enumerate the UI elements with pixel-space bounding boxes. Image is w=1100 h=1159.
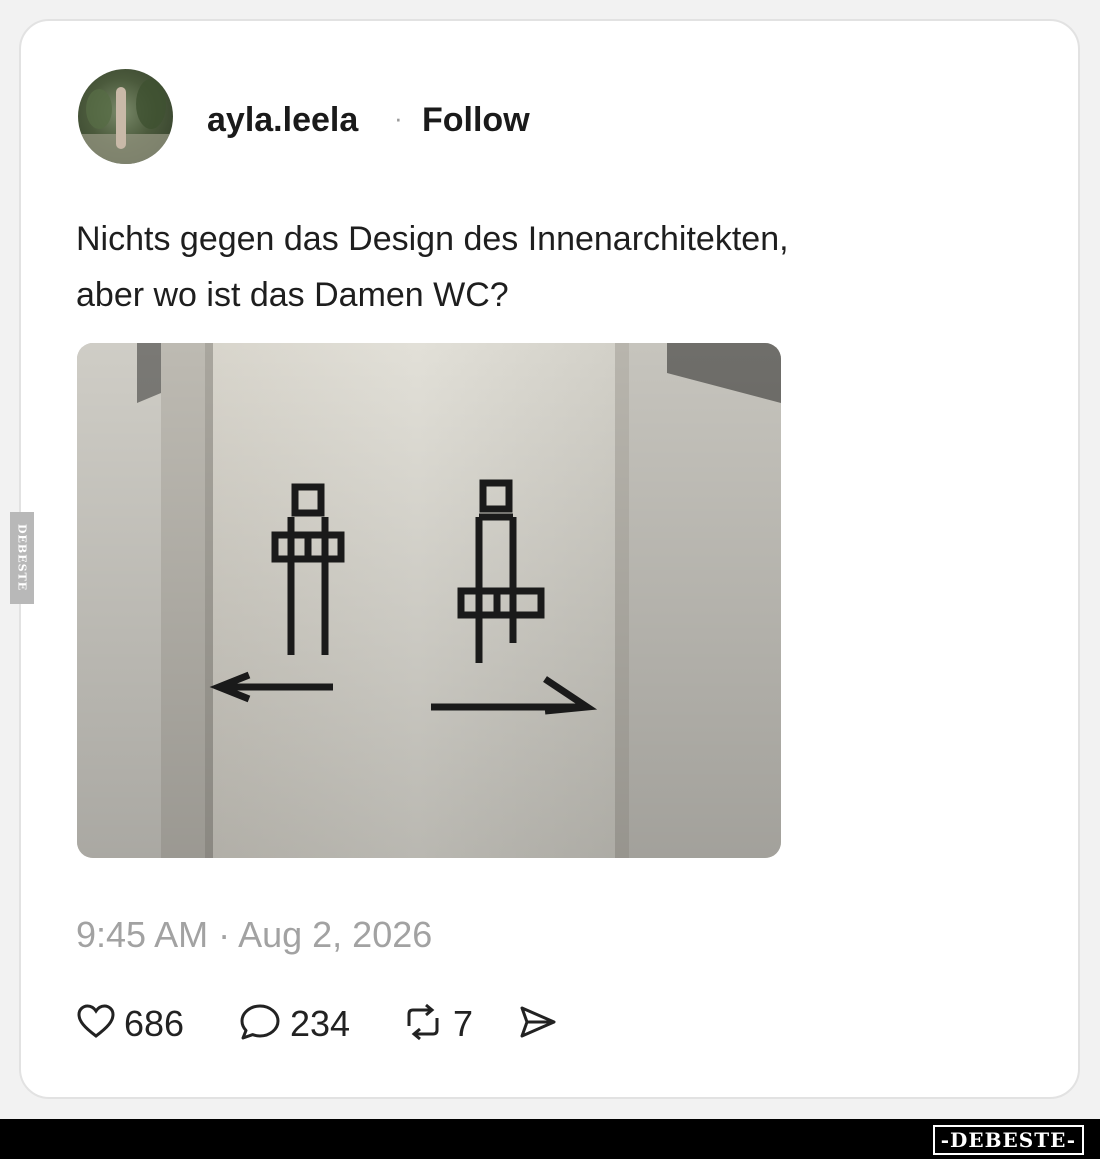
avatar-person — [116, 87, 126, 149]
footer-bar: -DEBESTE- — [0, 1119, 1100, 1159]
send-icon — [516, 1002, 560, 1047]
post-timestamp: 9:45 AM · Aug 2, 2026 — [76, 914, 433, 955]
separator-dot: · — [394, 103, 403, 133]
reply-count: 234 — [290, 1003, 351, 1044]
post-text-line: Nichts gegen das Design des Innenarchite… — [76, 220, 789, 258]
post-text-line: aber wo ist das Damen WC? — [76, 276, 509, 314]
username[interactable]: ayla.leela — [207, 101, 358, 140]
heart-icon — [76, 1002, 116, 1047]
watermark-side: DEBESTE — [10, 512, 34, 604]
follow-button[interactable]: Follow — [422, 101, 530, 140]
post-card: ayla.leela · Follow Nichts gegen das Des… — [19, 19, 1080, 1099]
like-button[interactable]: 686 — [76, 999, 184, 1049]
reply-button[interactable]: 234 — [238, 999, 350, 1049]
repost-arrows-icon — [401, 1002, 445, 1047]
speech-bubble-icon — [238, 1002, 282, 1047]
post-image[interactable] — [77, 343, 781, 858]
watermark-side-text: DEBESTE — [15, 524, 29, 592]
like-count: 686 — [124, 1003, 185, 1044]
watermark-logo: -DEBESTE- — [932, 1125, 1084, 1155]
avatar[interactable] — [78, 69, 173, 164]
avatar-foliage — [86, 89, 112, 129]
avatar-foliage — [136, 79, 166, 129]
repost-count: 7 — [453, 1003, 474, 1044]
repost-button[interactable]: 7 — [401, 999, 473, 1049]
post-text: Nichts gegen das Design des Innenarchite… — [76, 211, 976, 323]
share-button[interactable] — [516, 999, 560, 1049]
